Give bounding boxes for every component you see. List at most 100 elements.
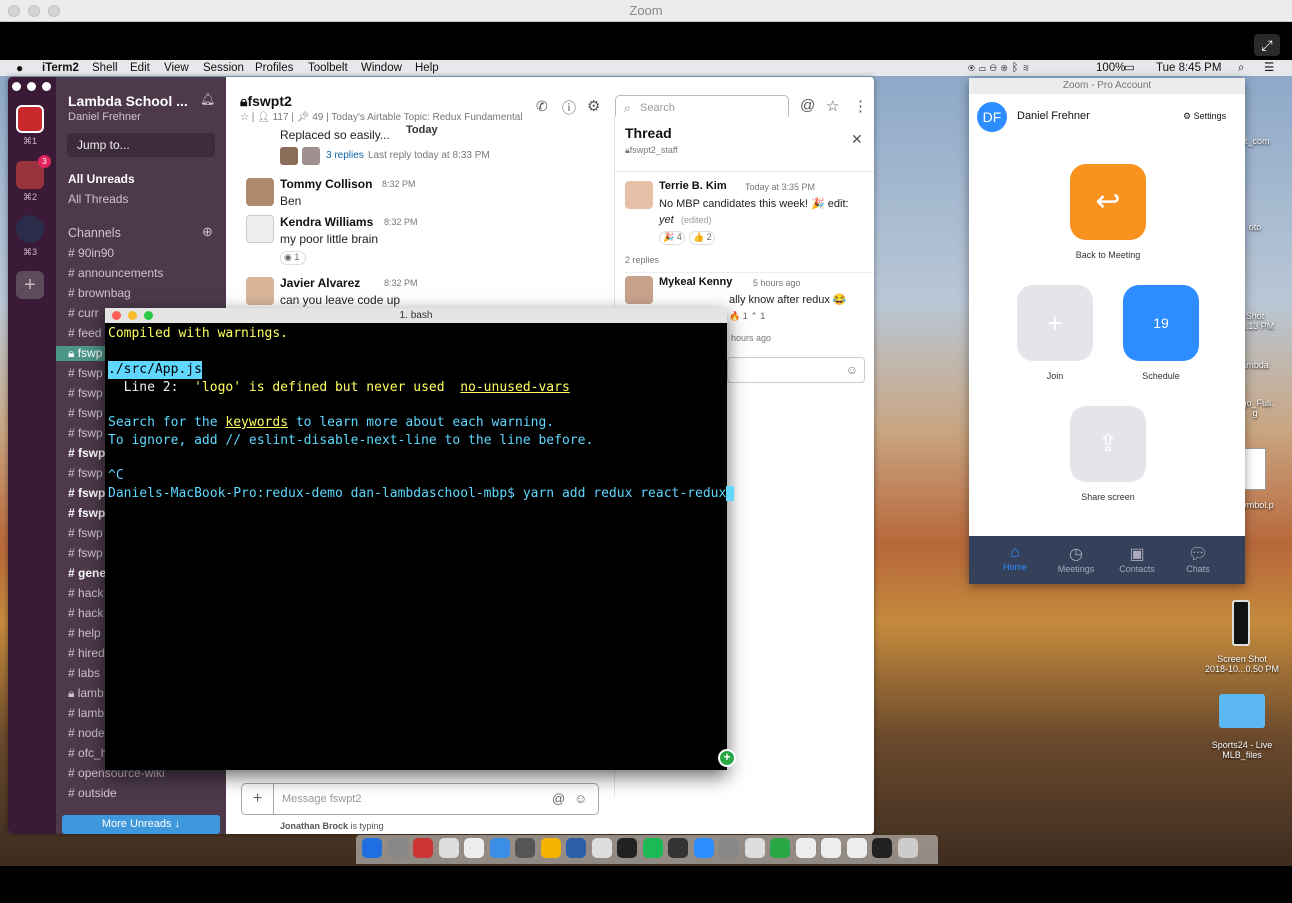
emoji-icon[interactable]: ☺ — [574, 791, 587, 806]
more-unreads-button[interactable]: More Unreads ↓ — [62, 815, 220, 834]
add-workspace-icon[interactable]: + — [16, 271, 44, 299]
sidebar-channel[interactable]: # fswp — [68, 506, 105, 520]
jump-to-button[interactable]: Jump to... — [67, 133, 215, 157]
thread-channel[interactable]: 🔒︎fswpt2_staff — [625, 145, 678, 156]
sidebar-channel[interactable]: # announcements — [68, 266, 163, 280]
status-icons[interactable]: ◉▭⊖⊛ᛒ≋ — [968, 60, 1033, 76]
thread-reply-reactions[interactable]: 🔥 1 ⌃ 1 — [729, 311, 765, 322]
message-time[interactable]: 8:32 PM — [384, 217, 418, 227]
message-time[interactable]: 8:32 PM — [382, 179, 416, 189]
dock-app-icon[interactable] — [362, 838, 382, 858]
desktop-item[interactable]: Screen Shot — [1202, 654, 1282, 664]
reaction[interactable]: 👍 2 — [689, 231, 715, 245]
notification-center-icon[interactable]: ☰ — [1264, 60, 1274, 76]
all-unreads[interactable]: All Unreads — [68, 172, 135, 186]
workspace-lambda-icon[interactable] — [16, 105, 44, 133]
all-threads[interactable]: All Threads — [68, 192, 128, 206]
sidebar-channel[interactable]: # fswp — [68, 446, 105, 460]
zoom-terminal-button[interactable] — [144, 311, 153, 320]
sidebar-channel[interactable]: # feed — [68, 326, 101, 340]
dock-app-icon[interactable] — [897, 838, 918, 858]
mentions-icon[interactable]: @ — [800, 97, 815, 114]
dock-app-icon[interactable] — [464, 838, 484, 858]
gear-icon[interactable]: ⚙ — [587, 97, 600, 115]
dock-app-icon[interactable] — [438, 838, 459, 858]
back-to-meeting-button[interactable]: ↩ — [1070, 164, 1146, 240]
attach-plus-icon[interactable]: + — [242, 784, 274, 814]
channel-topic[interactable]: Today's Airtable Topic: Redux Fundamenta… — [331, 112, 522, 123]
share-screen-button[interactable]: ⇪ — [1070, 406, 1146, 482]
sidebar-channel[interactable]: # fswp — [68, 366, 103, 380]
dock-app-icon[interactable] — [413, 838, 433, 858]
minimize-terminal-button[interactable] — [128, 311, 137, 320]
message-author[interactable]: Javier Alvarez — [280, 276, 360, 290]
zoom-user-name[interactable]: Daniel Frehner — [1017, 110, 1090, 122]
close-terminal-button[interactable] — [112, 311, 121, 320]
dock-app-icon[interactable] — [617, 838, 637, 858]
avatar[interactable] — [246, 215, 274, 243]
menu-window[interactable]: Window — [361, 60, 402, 76]
dock-app-icon[interactable] — [770, 838, 790, 858]
menu-session[interactable]: Session — [203, 60, 244, 76]
dock-app-icon[interactable] — [719, 838, 739, 858]
folder-icon[interactable] — [1219, 694, 1265, 728]
close-slack-button[interactable] — [12, 82, 21, 91]
tab-chats[interactable]: 💬︎ Chats — [1176, 544, 1220, 574]
sidebar-channel[interactable]: # fswp — [68, 526, 103, 540]
sidebar-channel[interactable]: # hack — [68, 606, 103, 620]
desktop-item[interactable]: Sports24 - Live — [1202, 740, 1282, 750]
reaction[interactable]: 🎉 4 — [659, 231, 685, 245]
menu-toolbelt[interactable]: Toolbelt — [308, 60, 348, 76]
emoji-icon[interactable]: ☺ — [846, 363, 858, 377]
channel-title[interactable]: 🔒︎fswpt2 — [240, 93, 292, 110]
bell-icon[interactable]: 🔔︎ — [200, 92, 215, 106]
sidebar-channel[interactable]: # lamb — [68, 706, 104, 720]
avatar[interactable] — [246, 178, 274, 206]
clock[interactable]: Tue 8:45 PM — [1156, 60, 1221, 76]
star-icon[interactable]: ☆ — [826, 97, 839, 115]
thread-replies-link[interactable]: 3 replies — [326, 150, 364, 161]
member-count[interactable]: 117 — [273, 112, 289, 123]
sidebar-channel[interactable]: # hack — [68, 586, 103, 600]
info-icon[interactable]: ⓘ — [562, 98, 576, 118]
more-icon[interactable]: ⋮ — [853, 97, 868, 115]
channels-header[interactable]: Channels — [68, 226, 121, 240]
sidebar-channel[interactable]: # curr — [68, 306, 99, 320]
menu-view[interactable]: View — [164, 60, 189, 76]
terminal-prompt-line[interactable]: Daniels-MacBook-Pro:redux-demo dan-lambd… — [108, 485, 735, 503]
dock-app-icon[interactable] — [795, 838, 816, 858]
dock-app-icon[interactable] — [744, 838, 765, 858]
settings-button[interactable]: ⚙ Settings — [1183, 111, 1226, 122]
mention-icon[interactable]: @ — [552, 791, 565, 806]
exit-fullscreen-icon[interactable]: ⤢ — [1254, 34, 1280, 56]
menu-help[interactable]: Help — [415, 60, 439, 76]
sidebar-channel[interactable]: # help — [68, 626, 101, 640]
dock-app-icon[interactable] — [387, 838, 408, 858]
join-button[interactable]: + — [1017, 285, 1093, 361]
sidebar-channel[interactable]: # fswp — [68, 466, 103, 480]
sidebar-channel[interactable]: # labs — [68, 666, 100, 680]
tab-contacts[interactable]: ▣ Contacts — [1115, 544, 1159, 574]
sidebar-channel[interactable]: # 90in90 — [68, 246, 114, 260]
dock-app-icon[interactable] — [872, 838, 892, 858]
current-user[interactable]: Daniel Frehner — [68, 111, 141, 123]
dock-app-icon[interactable] — [489, 838, 510, 858]
dock-app-icon[interactable] — [540, 838, 561, 858]
sidebar-channel[interactable]: # hired — [68, 646, 105, 660]
sidebar-channel[interactable]: # fswp — [68, 426, 103, 440]
close-window-button[interactable] — [8, 5, 20, 17]
sidebar-channel[interactable]: # fswp — [68, 406, 103, 420]
sidebar-channel[interactable]: 🔒︎ lamb — [68, 686, 104, 701]
sidebar-channel[interactable]: # fswp — [68, 386, 103, 400]
dock-app-icon[interactable] — [668, 838, 688, 858]
tab-meetings[interactable]: ◷ Meetings — [1054, 544, 1098, 574]
zoom-slack-button[interactable] — [42, 82, 51, 91]
avatar[interactable] — [625, 276, 653, 304]
minimize-window-button[interactable] — [28, 5, 40, 17]
menu-shell[interactable]: Shell — [92, 60, 118, 76]
apple-icon[interactable]: ● — [16, 60, 23, 76]
dock-app-icon[interactable] — [642, 838, 663, 858]
pin-count[interactable]: 49 — [312, 112, 323, 123]
add-channel-icon[interactable]: ⊕ — [202, 224, 213, 240]
dock-app-icon[interactable] — [515, 838, 535, 858]
